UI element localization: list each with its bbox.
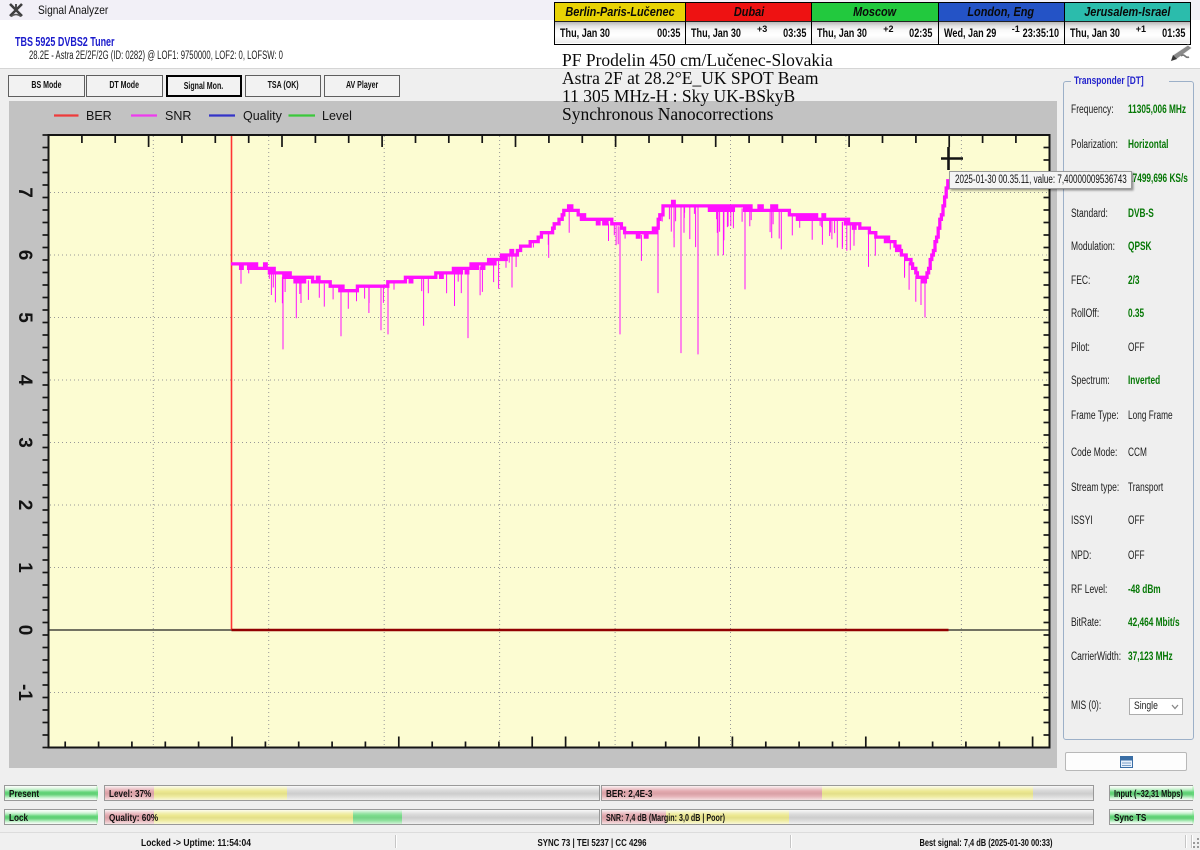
svg-text:BER: BER (86, 109, 112, 123)
svg-text:SNR: SNR (165, 109, 191, 123)
svg-text:-1: -1 (14, 684, 35, 701)
svg-text:1: 1 (14, 562, 35, 573)
svg-text:2: 2 (14, 500, 35, 511)
svg-text:0: 0 (14, 625, 35, 636)
svg-text:7: 7 (14, 187, 35, 198)
svg-text:4: 4 (14, 375, 35, 386)
svg-text:6: 6 (14, 250, 35, 261)
svg-text:3: 3 (14, 437, 35, 448)
svg-text:5: 5 (14, 312, 35, 323)
svg-text:Level: Level (322, 109, 352, 123)
svg-text:Quality: Quality (243, 109, 283, 123)
